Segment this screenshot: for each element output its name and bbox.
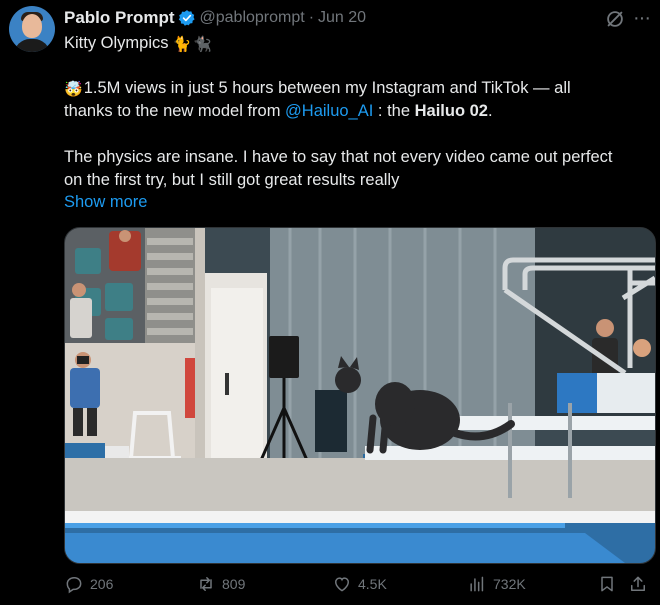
author-handle[interactable]: @pabloprompt xyxy=(200,9,305,27)
tweet-text-2: 1.5M views in just 5 hours between my In… xyxy=(83,79,571,97)
reply-icon xyxy=(66,577,82,594)
views-icon xyxy=(470,576,484,592)
reply-count: 206 xyxy=(90,576,114,592)
action-bar: 206 809 4.5K 732K xyxy=(64,574,654,598)
tweet-line-1: Kitty Olympics 🐈 🐈‍⬛ xyxy=(64,34,212,53)
exploding-head-emoji-icon: 🤯 xyxy=(64,80,83,98)
tweet-title: Kitty Olympics xyxy=(64,34,169,52)
share-button[interactable] xyxy=(628,574,648,594)
tweet-text-3c: . xyxy=(487,102,493,120)
tweet-line-5: on the first try, but I still got great … xyxy=(64,171,400,189)
like-count: 4.5K xyxy=(358,576,387,592)
repost-count: 809 xyxy=(222,576,246,592)
black-cat-emoji-icon: 🐈‍⬛ xyxy=(193,35,212,53)
separator: · xyxy=(308,9,315,26)
bookmark-button[interactable] xyxy=(597,574,617,594)
heart-icon xyxy=(334,577,350,592)
bookmark-icon xyxy=(601,576,613,592)
tweet-video[interactable] xyxy=(64,227,656,564)
views-button[interactable]: 732K xyxy=(467,574,526,594)
views-count: 732K xyxy=(493,576,526,592)
tweet-line-4: The physics are insane. I have to say th… xyxy=(64,148,613,166)
grok-icon[interactable] xyxy=(604,8,626,30)
author-name[interactable]: Pablo Prompt xyxy=(64,8,175,28)
tweet-text-3b: : the xyxy=(373,102,415,120)
repost-icon xyxy=(200,577,212,591)
author-avatar[interactable] xyxy=(9,6,55,52)
share-icon xyxy=(631,576,645,591)
tweet-text-3-bold: Hailuo 02 xyxy=(414,102,488,120)
video-frame xyxy=(65,228,655,563)
tweet-header: Pablo Prompt @pabloprompt · Jun 20 xyxy=(64,8,366,28)
tweet-line-3: thanks to the new model from @Hailuo_AI … xyxy=(64,102,493,121)
tweet-text-3a: thanks to the new model from xyxy=(64,102,286,120)
more-icon[interactable]: ··· xyxy=(633,7,651,30)
mention-link[interactable]: @Hailuo_AI xyxy=(285,102,373,120)
verified-badge-icon xyxy=(178,10,195,26)
tweet-date[interactable]: Jun 20 xyxy=(318,9,366,27)
reply-button[interactable]: 206 xyxy=(64,574,113,594)
repost-button[interactable]: 809 xyxy=(196,574,245,594)
like-button[interactable]: 4.5K xyxy=(332,574,387,594)
tweet-line-2: 🤯 1.5M views in just 5 hours between my … xyxy=(64,79,571,98)
show-more-link[interactable]: Show more xyxy=(64,193,147,212)
cat-emoji-icon: 🐈 xyxy=(172,35,192,53)
